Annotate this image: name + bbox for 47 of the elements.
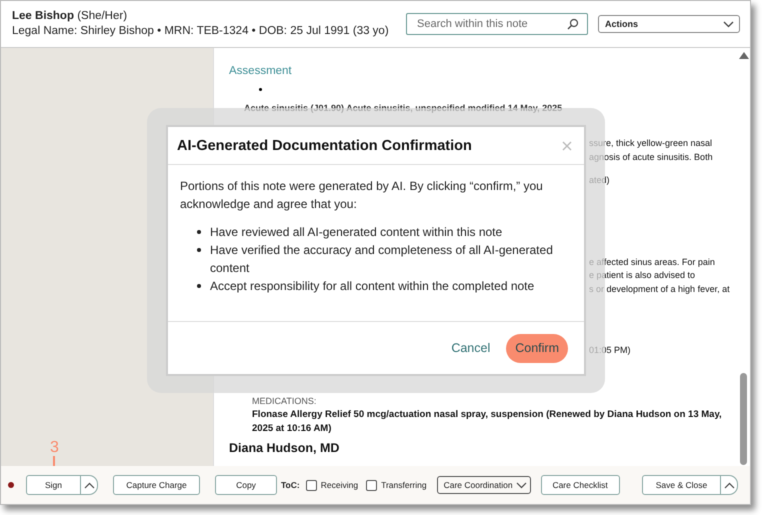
chevron-down-icon — [723, 20, 734, 28]
confirm-button[interactable]: Confirm — [506, 334, 568, 362]
medication-text: Flonase Allergy Relief 50 mcg/actuation nasal spray, suspension (Renewed by Diana Hudson on 13 May, 2025 at 10:16 AM) — [252, 408, 723, 436]
callout-number: 3 — [50, 439, 59, 456]
capture-charge-button[interactable]: Capture Charge — [113, 475, 200, 495]
scroll-up-icon[interactable] — [738, 52, 748, 59]
bullet-icon — [197, 230, 201, 234]
dialog-intro: Portions of this note were generated by AI. By clicking “confirm,” you acknowledge and agree that you: — [180, 178, 544, 213]
section-heading: Assessment — [229, 65, 293, 77]
search-icon — [567, 18, 579, 30]
toc-label: ToC: — [281, 480, 300, 490]
dialog-point: Accept responsibility for all content within the completed note — [210, 278, 534, 295]
note-text: agnosis of acute sinusitis. Both — [589, 150, 714, 164]
patient-pronouns: (She/Her) — [77, 10, 128, 22]
dialog-point: Have reviewed all AI-generated content within this note — [210, 224, 502, 241]
status-dot — [8, 482, 14, 488]
signature: Diana Hudson, MD — [229, 440, 340, 454]
checkbox[interactable] — [306, 480, 317, 490]
bullet-icon — [259, 88, 262, 91]
dialog-title: AI-Generated Documentation Confirmation — [177, 138, 472, 154]
note-text: 01:05 PM) — [589, 344, 632, 357]
scroll-thumb[interactable] — [740, 373, 747, 465]
save-options-button[interactable] — [721, 475, 738, 495]
actions-dropdown[interactable]: Actions — [598, 15, 740, 33]
sign-options-button[interactable] — [81, 475, 98, 495]
caret-up-icon — [724, 482, 734, 488]
patient-details: Legal Name: Shirley Bishop • MRN: TEB-1324 • DOB: 25 Jul 1991 (33 yo) — [12, 24, 390, 39]
medications-label: MEDICATIONS: — [252, 396, 316, 406]
save-close-button[interactable]: Save & Close — [642, 475, 721, 495]
chevron-down-icon — [516, 482, 527, 488]
patient-name: Lee Bishop — [12, 10, 74, 22]
bullet-icon — [197, 284, 201, 288]
diagnosis-text: Acute sinusitis (J01.90) Acute sinusitis, unspecified modified 14 May, 2025 — [244, 103, 564, 113]
copy-button[interactable]: Copy — [215, 475, 277, 495]
caret-up-icon — [84, 482, 94, 488]
dialog-point: Have verified the accuracy and completeness of all AI-generated content — [210, 242, 554, 277]
cancel-button[interactable]: Cancel — [447, 337, 494, 359]
sign-button[interactable]: Sign — [26, 475, 81, 495]
care-checklist-button[interactable]: Care Checklist — [540, 475, 620, 495]
note-text: ssure, thick yellow-green nasal — [589, 137, 714, 150]
search-field[interactable]: Search within this note — [406, 13, 588, 35]
checkbox-label: Receiving — [320, 480, 358, 490]
bullet-icon — [197, 248, 201, 252]
note-text: ated) — [589, 174, 611, 187]
checkbox[interactable] — [366, 480, 378, 490]
checkbox-label: Transferring — [381, 480, 427, 490]
care-coordination-dropdown[interactable]: Care Coordination — [436, 476, 531, 494]
